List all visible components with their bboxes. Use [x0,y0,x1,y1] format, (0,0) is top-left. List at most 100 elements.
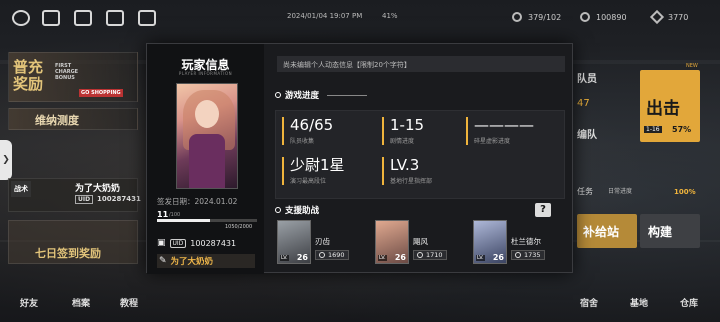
maintenance-banner[interactable]: 维纳测度 [8,108,138,130]
stamina-value: 379/102 [528,12,562,22]
new-badge: NEW [686,63,698,69]
build-button[interactable]: 构建 [640,214,700,248]
mail-icon[interactable] [106,10,124,26]
support-power: 1735 [511,250,545,260]
support-slot[interactable]: LV. 26 飓风 1710 [375,220,467,266]
progress-header: 游戏进度 [275,88,368,102]
nav-tutorial[interactable]: 教程 [120,296,138,309]
stamina-counter[interactable]: 379/102 [512,12,561,22]
notice-icon[interactable] [74,10,92,26]
currency-value: 100890 [596,12,627,22]
dialog-subtitle: PLAYER INFORMATION [178,71,233,76]
nav-archive[interactable]: 档案 [72,296,90,309]
support-name: 刃齿 [315,237,330,246]
nav-dorm[interactable]: 宿舍 [580,296,598,309]
support-power: 1690 [315,250,349,260]
stat-cell: 46/65 队员收集 [282,117,333,145]
expand-arrow-icon[interactable]: ❯ [0,140,12,180]
uid-value: 100287431 [97,195,141,203]
power-icon [515,252,521,258]
xp-fill [157,219,210,222]
support-info: 刃齿 1690 [315,220,349,266]
xp-value: 1050/2000 [225,224,253,230]
player-portrait[interactable] [176,83,238,189]
premium-counter[interactable]: 3770 [649,9,688,25]
uid-value: 100287431 [190,238,237,248]
calendar-icon[interactable] [42,10,60,26]
uid-tag: UID [169,238,187,248]
stat-label: 演习最高段位 [290,178,327,185]
support-portrait: LV. 26 [375,220,409,264]
support-power-value: 1735 [524,251,541,259]
player-level: 11 [157,210,169,219]
checkin-label: 七日签到奖励 [35,247,101,260]
stat-value: 1-15 [390,116,425,134]
portrait-body [189,134,225,188]
name-row[interactable]: ✎ 为了大奶奶 [157,254,255,268]
first-charge-banner[interactable]: 普充奖励 FIRST CHARGE BONUS GO SHOPPING [8,52,138,102]
maintenance-label: 维纳测度 [35,114,79,127]
power-icon [319,252,325,258]
player-info-dialog: 玩家信息 PLAYER INFORMATION 签发日期：2024.01.02 … [146,43,573,274]
stat-label: 队员收集 [290,138,315,145]
sortie-label: 出击 [646,99,680,119]
stat-cell: ———— 碎星虚影进度 [466,117,534,145]
support-name: 飓风 [413,237,428,246]
nav-warehouse[interactable]: 仓库 [680,296,698,309]
support-power-value: 1710 [426,251,443,259]
stat-label: 碎星虚影进度 [474,138,511,145]
stat-cell: LV.3 基地行星指挥部 [382,157,432,185]
checkin-banner[interactable]: 七日签到奖励 [8,220,138,264]
issue-date-value: 2024.01.02 [194,197,238,206]
build-label: 构建 [648,225,673,239]
support-power: 1710 [413,250,447,260]
section-icon [275,207,281,213]
issue-date-label: 签发日期： [157,197,195,206]
tactics-label: 战术 [11,181,31,197]
progress-title: 游戏进度 [285,91,320,101]
uid-row[interactable]: ▣ UID 100287431 [157,238,236,248]
nav-base[interactable]: 基地 [630,296,648,309]
support-power-value: 1690 [328,251,345,259]
player-name: 为了大奶奶 [75,184,121,194]
currency-counter[interactable]: 100890 [580,12,627,22]
support-lv-label: LV. [378,255,387,261]
support-slot[interactable]: LV. 26 刃齿 1690 [277,220,369,266]
supply-label: 补给站 [583,225,620,239]
premium-icon [649,9,665,25]
top-bar: 2024/01/04 19:07 PM 41% 379/102 100890 3… [0,0,720,36]
support-portrait: LV. 26 [277,220,311,264]
stamina-icon [512,12,522,22]
portrait-face [195,100,219,128]
currency-icon [580,12,590,22]
squad-label[interactable]: 编队 [577,126,597,141]
support-info: 飓风 1710 [413,220,447,266]
nav-friends[interactable]: 好友 [20,296,38,309]
battery-text: 41% [382,12,398,20]
stage-label: 1-16 [644,126,662,133]
support-name: 杜兰德尔 [511,237,541,246]
first-charge-sub: FIRST CHARGE BONUS [55,63,79,81]
task-label[interactable]: 任务 [577,186,593,197]
screen-icon[interactable] [138,10,156,26]
datetime: 2024/01/04 19:07 PM [287,12,363,20]
section-line [327,94,368,96]
support-header: 支援助战 [275,203,319,217]
help-button[interactable]: ? [535,203,551,217]
bio-input[interactable]: 尚未编辑个人动态信息【限制20个字符】 [277,56,565,72]
edit-pen-icon[interactable]: ✎ [159,256,167,266]
sortie-button[interactable]: 出击 1-16 57% [640,70,700,142]
stat-cell: 少尉1星演习最高段位 [282,157,345,185]
support-level: 26 [394,253,406,262]
supply-button[interactable]: 补给站 [577,214,637,248]
first-charge-title: 普充奖励 [13,58,44,93]
stage-pct: 57% [672,125,692,134]
team-label[interactable]: 队员 [577,70,597,85]
settings-icon[interactable] [12,10,30,26]
support-slot[interactable]: LV. 26 杜兰德尔 1735 [473,220,565,266]
copy-icon[interactable]: ▣ [157,238,166,248]
daily-label: 日常进度 [608,188,633,195]
stat-value: 少尉1星 [290,156,345,174]
stat-label: 剧情进度 [390,138,415,145]
player-card[interactable]: 战术 为了大奶奶 UID 100287431 [8,178,141,212]
